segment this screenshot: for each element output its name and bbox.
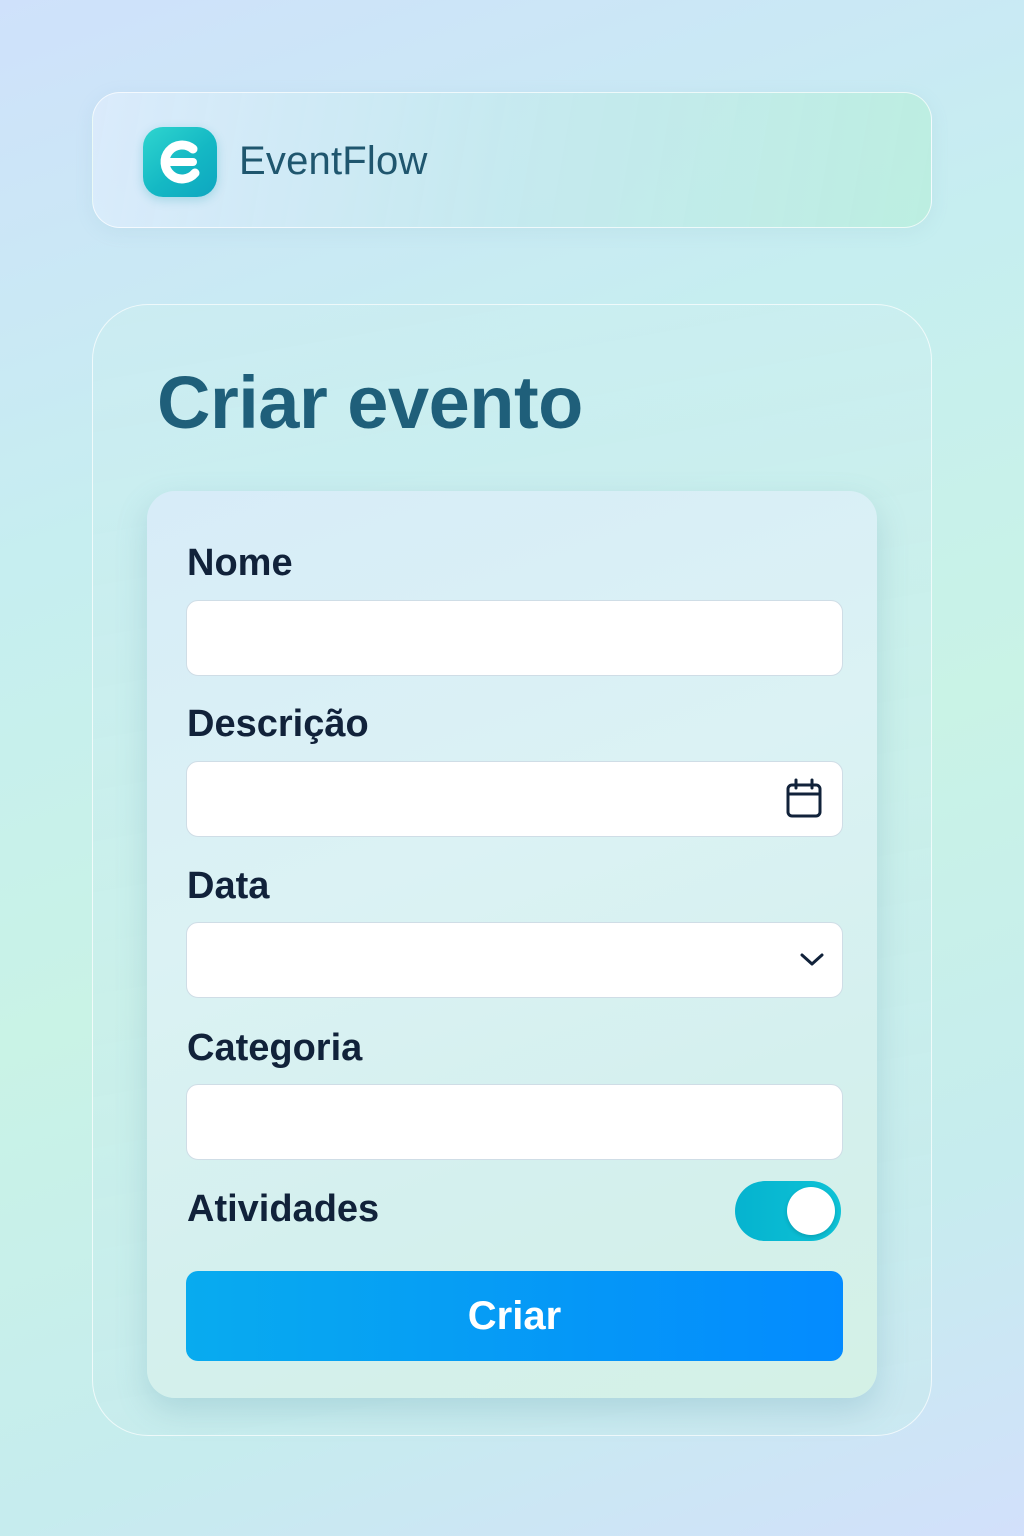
- toggle-knob: [787, 1187, 835, 1235]
- activities-toggle[interactable]: [735, 1181, 841, 1241]
- date-select[interactable]: [186, 922, 843, 998]
- name-label: Nome: [187, 542, 293, 584]
- app-name: EventFlow: [239, 139, 428, 183]
- chevron-down-icon[interactable]: [799, 951, 825, 974]
- calendar-icon[interactable]: [785, 778, 825, 825]
- create-event-panel: Criar evento Nome Descrição Data Categor…: [92, 304, 932, 1436]
- create-button[interactable]: Criar: [186, 1271, 843, 1361]
- category-label: Categoria: [187, 1027, 363, 1069]
- page-title: Criar evento: [157, 361, 583, 444]
- description-label: Descrição: [187, 703, 369, 745]
- name-input[interactable]: [186, 600, 843, 676]
- date-label: Data: [187, 865, 270, 907]
- description-input[interactable]: [186, 761, 843, 837]
- category-input[interactable]: [186, 1084, 843, 1160]
- eventflow-logo-icon[interactable]: [143, 127, 217, 197]
- activities-label: Atividades: [187, 1188, 380, 1230]
- event-form: Nome Descrição Data Categoria Atividades…: [147, 491, 877, 1398]
- app-header: EventFlow: [92, 92, 932, 228]
